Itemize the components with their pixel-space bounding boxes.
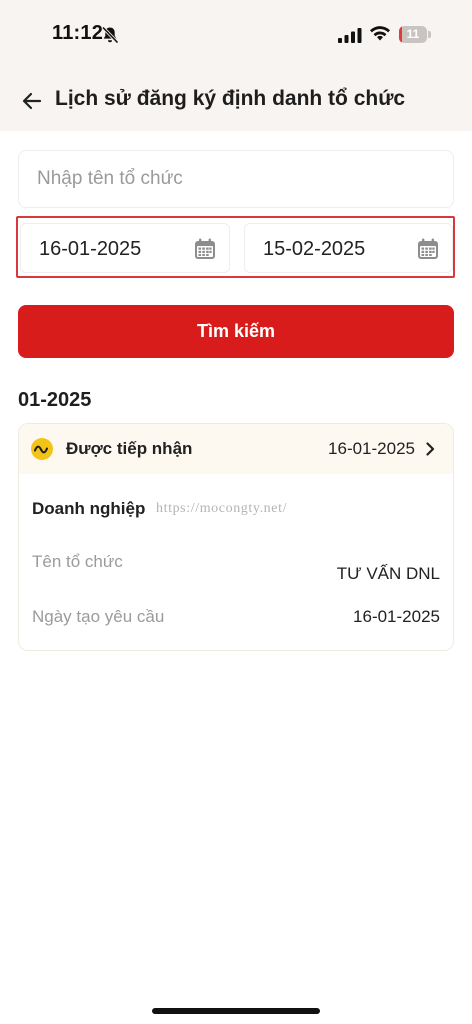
back-button[interactable]: [18, 88, 46, 114]
from-date-field[interactable]: 16-01-2025: [20, 223, 230, 273]
status-bar: 11:12 11: [0, 0, 472, 70]
top-area: 11:12 11 Lịch sử đăng ký định danh tổ ch…: [0, 0, 472, 131]
chevron-right-icon[interactable]: [425, 442, 435, 456]
calendar-icon[interactable]: [194, 238, 216, 260]
organization-type: Doanh nghiệp: [32, 499, 146, 518]
wifi-icon: [370, 26, 390, 41]
status-label: Được tiếp nhận: [66, 439, 193, 458]
calendar-icon[interactable]: [417, 238, 439, 260]
card-date: 16-01-2025: [328, 439, 415, 458]
home-indicator[interactable]: [152, 1008, 320, 1014]
card-header[interactable]: Được tiếp nhận 16-01-2025: [19, 424, 453, 474]
search-button[interactable]: Tìm kiếm: [18, 305, 454, 358]
battery-level: 11: [406, 27, 420, 41]
month-section-title: 01-2025: [18, 389, 92, 411]
organization-name-input[interactable]: [18, 150, 454, 208]
org-name-value: TƯ VẤN DNL: [336, 564, 440, 583]
from-date-value: 16-01-2025: [39, 238, 142, 260]
battery-icon: 11: [399, 26, 431, 43]
to-date-field[interactable]: 15-02-2025: [244, 223, 453, 273]
org-name-label: Tên tổ chức: [32, 552, 123, 571]
page-title: Lịch sử đăng ký định danh tổ chức: [55, 87, 406, 110]
battery-body: 11: [399, 26, 427, 43]
arrow-left-icon[interactable]: [22, 92, 42, 110]
registration-card: Được tiếp nhận 16-01-2025 Doanh nghiệp h…: [18, 423, 454, 651]
bell-muted-icon: [101, 26, 119, 44]
created-date-value: 16-01-2025: [353, 607, 440, 626]
created-date-label: Ngày tạo yêu cầu: [32, 607, 165, 626]
date-range-highlight: 16-01-2025 15-02-2025: [16, 216, 455, 278]
cellular-signal-icon: [338, 28, 362, 43]
watermark-text: https://mocongty.net/: [156, 501, 288, 516]
wave-status-icon: [31, 438, 53, 460]
battery-tip: [428, 31, 431, 38]
status-time: 11:12: [52, 22, 104, 44]
to-date-value: 15-02-2025: [263, 238, 366, 260]
